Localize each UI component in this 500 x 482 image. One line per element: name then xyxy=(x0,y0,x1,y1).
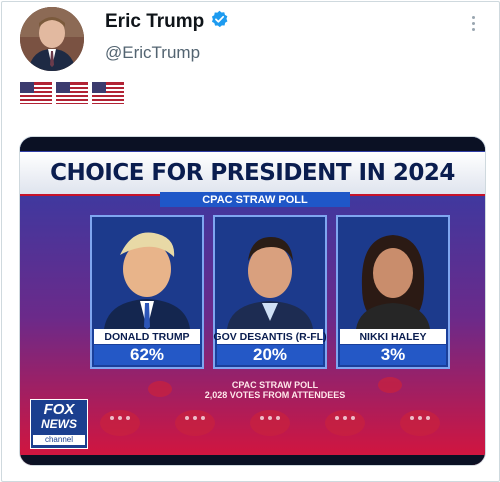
candidate-name: DONALD TRUMP xyxy=(94,329,200,344)
candidate-percent: 62% xyxy=(94,345,200,365)
flag-usa-icon xyxy=(56,82,88,104)
candidate-percent: 20% xyxy=(217,345,323,365)
candidate-name: NIKKI HALEY xyxy=(340,329,446,344)
candidate-panel: DONALD TRUMP 62% xyxy=(90,215,204,369)
flag-usa-icon xyxy=(92,82,124,104)
footnote-line: CPAC STRAW POLL xyxy=(231,380,319,390)
tweet-card[interactable]: Eric Trump @EricTrump CHOICE FOR PRESIDE… xyxy=(1,1,500,482)
avatar[interactable] xyxy=(20,7,84,71)
candidate-percent: 3% xyxy=(340,345,446,365)
display-name[interactable]: Eric Trump xyxy=(105,11,204,33)
candidate-name: GOV DESANTIS (R-FL) xyxy=(213,329,327,344)
verified-badge-icon xyxy=(210,10,229,34)
tweet-text xyxy=(20,82,124,104)
candidate-photo xyxy=(92,217,202,329)
footnote-line: 2,028 VOTES FROM ATTENDEES xyxy=(204,390,346,400)
logo-text: channel xyxy=(33,435,85,445)
headline-bar: CHOICE FOR PRESIDENT IN 2024 xyxy=(20,152,485,196)
user-handle[interactable]: @EricTrump xyxy=(105,43,200,63)
candidate-panel: GOV DESANTIS (R-FL) 20% xyxy=(213,215,327,369)
fox-news-logo: FOX NEWS channel xyxy=(30,399,88,449)
subheadline: CPAC STRAW POLL xyxy=(160,192,350,207)
logo-text: FOX xyxy=(43,401,75,418)
poll-footnote: CPAC STRAW POLL 2,028 VOTES FROM ATTENDE… xyxy=(195,380,355,400)
tweet-media-photo[interactable]: CHOICE FOR PRESIDENT IN 2024 CPAC STRAW … xyxy=(19,136,486,466)
more-options-icon[interactable] xyxy=(465,14,481,34)
candidate-panel: NIKKI HALEY 3% xyxy=(336,215,450,369)
candidate-photo xyxy=(338,217,448,329)
candidate-photo xyxy=(215,217,325,329)
logo-text: NEWS xyxy=(41,417,77,431)
flag-usa-icon xyxy=(20,82,52,104)
headline: CHOICE FOR PRESIDENT IN 2024 xyxy=(50,160,455,186)
